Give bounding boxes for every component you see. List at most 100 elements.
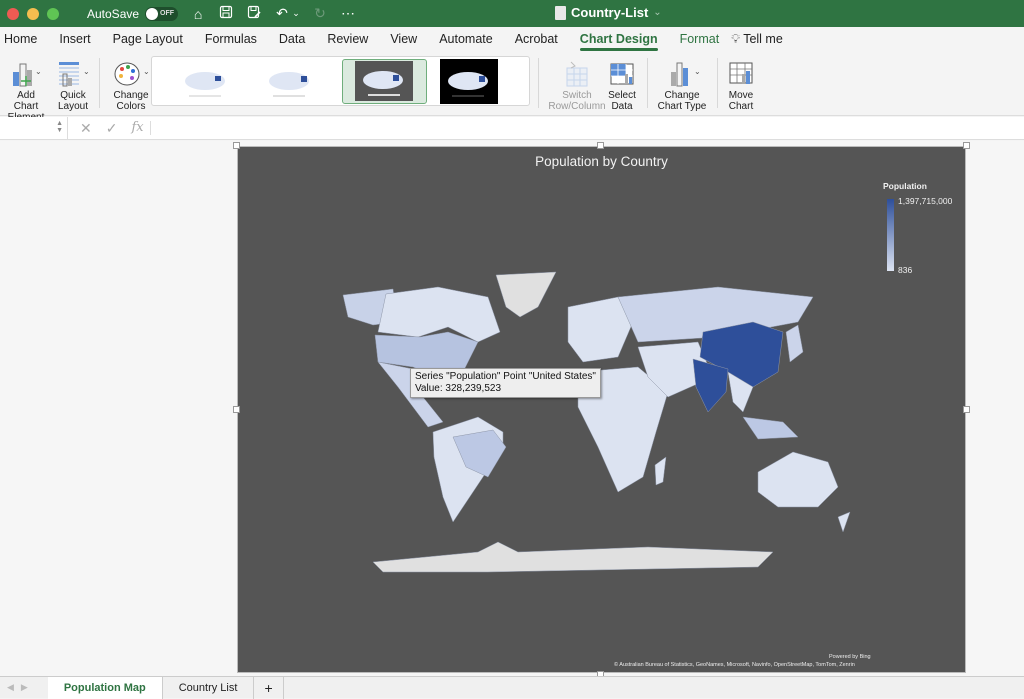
map-region-greenland: [495, 271, 557, 318]
add-chart-element-label-1: Add Chart: [13, 90, 39, 112]
chevron-down-icon: ⌄: [653, 7, 662, 18]
confirm-icon[interactable]: ✓: [106, 120, 118, 137]
more-icon[interactable]: ⋯: [340, 5, 356, 22]
tell-me[interactable]: 💡︎ Tell me: [731, 27, 783, 52]
svg-text:⌄: ⌄: [83, 67, 90, 76]
lightbulb-icon: 💡︎: [731, 32, 740, 46]
filled-map-chart[interactable]: Population by Country Population 1,397,7…: [237, 146, 966, 673]
move-chart-icon: [724, 58, 758, 88]
add-sheet-button[interactable]: +: [254, 676, 284, 699]
chart-style-2[interactable]: [261, 59, 319, 104]
tab-review[interactable]: Review: [327, 27, 368, 52]
change-chart-type-label-2: Chart Type: [657, 101, 707, 112]
ribbon-separator: [647, 58, 648, 108]
change-colors-label-1: Change: [113, 90, 149, 101]
quick-layout-label-1: Quick: [60, 90, 86, 101]
quick-layout-label-2: Layout: [57, 101, 89, 112]
undo-dropdown-icon[interactable]: ⌄: [292, 8, 300, 19]
resize-handle-top[interactable]: [597, 142, 604, 149]
add-chart-element-icon: ⌄: [4, 58, 48, 88]
switch-label-2: Row/Column: [548, 101, 606, 112]
map-attribution: © Australian Bureau of Statistics, GeoNa…: [614, 662, 855, 668]
previous-sheet-icon[interactable]: ◀: [7, 682, 14, 693]
sheet-tab-bar: ◀ ▶ Population Map Country List +: [0, 676, 1024, 699]
save-as-icon[interactable]: [246, 5, 262, 22]
undo-icon[interactable]: ↶: [274, 5, 290, 22]
close-window-button[interactable]: [7, 7, 19, 20]
home-icon[interactable]: ⌂: [190, 6, 206, 22]
change-colors-label-2: Colors: [116, 101, 146, 112]
formula-actions: ✕ ✓ fx: [80, 120, 144, 137]
tab-home[interactable]: Home: [4, 27, 37, 52]
tab-formulas[interactable]: Formulas: [205, 27, 257, 52]
move-chart-label-2: Chart: [728, 101, 754, 112]
tab-data[interactable]: Data: [279, 27, 305, 52]
tooltip-series-point: Series "Population" Point "United States…: [415, 371, 596, 382]
tab-page-layout[interactable]: Page Layout: [113, 27, 183, 52]
change-chart-type-icon: ⌄: [655, 58, 709, 88]
excel-file-icon: [555, 5, 566, 20]
tab-format[interactable]: Format: [680, 27, 720, 52]
chart-style-3-selected[interactable]: [342, 59, 427, 104]
formula-bar: ▲ ▼ ✕ ✓ fx: [0, 117, 1024, 140]
map-region-new-zealand: [837, 511, 851, 533]
tooltip-value: Value: 328,239,523: [415, 383, 502, 394]
tell-me-label: Tell me: [743, 32, 783, 46]
resize-handle-top-right[interactable]: [963, 142, 970, 149]
move-chart-button[interactable]: Move Chart: [724, 58, 758, 112]
resize-handle-left[interactable]: [233, 406, 240, 413]
insert-function-icon[interactable]: fx: [131, 120, 143, 137]
switch-row-column-icon: [548, 58, 606, 88]
tab-view[interactable]: View: [390, 27, 417, 52]
svg-text:⌄: ⌄: [143, 67, 150, 76]
document-title[interactable]: Country-List ⌄: [555, 5, 662, 20]
resize-handle-top-left[interactable]: [233, 142, 240, 149]
change-chart-type-button[interactable]: ⌄ Change Chart Type: [655, 58, 709, 112]
world-map[interactable]: [238, 147, 967, 674]
tab-chart-design[interactable]: Chart Design: [579, 27, 658, 52]
sheet-tab-country-list[interactable]: Country List: [163, 676, 255, 699]
quick-layout-icon: ⌄: [54, 58, 92, 88]
maximize-window-button[interactable]: [47, 7, 59, 20]
autosave-toggle[interactable]: OFF: [145, 6, 179, 21]
ribbon-separator: [99, 58, 100, 108]
svg-text:⌄: ⌄: [35, 67, 42, 76]
autosave-label: AutoSave: [87, 6, 140, 21]
select-data-button[interactable]: Select Data: [606, 58, 638, 112]
ribbon-separator: [538, 58, 539, 108]
save-icon[interactable]: [218, 5, 234, 22]
add-chart-element-button[interactable]: ⌄ Add Chart Element: [4, 58, 48, 123]
svg-text:⌄: ⌄: [694, 67, 701, 76]
change-colors-button[interactable]: ⌄ Change Colors: [110, 58, 152, 112]
tab-insert[interactable]: Insert: [59, 27, 90, 52]
change-chart-type-label-1: Change: [664, 90, 700, 101]
tab-acrobat[interactable]: Acrobat: [515, 27, 558, 52]
tab-automate[interactable]: Automate: [439, 27, 493, 52]
map-region-japan: [785, 324, 804, 363]
select-data-label-2: Data: [611, 101, 633, 112]
cancel-icon[interactable]: ✕: [80, 120, 92, 137]
redo-icon[interactable]: ↻: [312, 5, 328, 22]
ribbon-chart-design: ⌄ Add Chart Element ⌄ Quick Layout ⌄ Cha…: [0, 52, 1024, 123]
title-bar: AutoSave OFF ⌂ ↶ ⌄ ↻ ⋯ Country-List ⌄: [0, 0, 1024, 27]
resize-handle-right[interactable]: [963, 406, 970, 413]
map-region-antarctica: [372, 541, 774, 573]
ribbon-tabs: Home Insert Page Layout Formulas Data Re…: [0, 27, 1024, 52]
switch-label-1: Switch: [562, 90, 592, 101]
name-box[interactable]: ▲ ▼: [0, 117, 68, 139]
map-region-australia: [757, 451, 839, 508]
map-region-indonesia: [742, 416, 799, 440]
sheet-tab-population-map[interactable]: Population Map: [47, 676, 163, 699]
next-sheet-icon[interactable]: ▶: [21, 682, 28, 693]
chart-style-1[interactable]: [177, 59, 235, 104]
select-data-label-1: Select: [608, 90, 636, 101]
window-controls: [7, 7, 59, 20]
name-box-stepper-icon[interactable]: ▲ ▼: [56, 120, 63, 134]
chart-style-4[interactable]: [440, 59, 498, 104]
minimize-window-button[interactable]: [27, 7, 39, 20]
chart-styles-gallery: [151, 56, 530, 106]
switch-row-column-button[interactable]: Switch Row/Column: [548, 58, 606, 112]
quick-layout-button[interactable]: ⌄ Quick Layout: [54, 58, 92, 112]
data-point-tooltip: Series "Population" Point "United States…: [410, 368, 601, 398]
formula-input[interactable]: [151, 118, 1024, 138]
